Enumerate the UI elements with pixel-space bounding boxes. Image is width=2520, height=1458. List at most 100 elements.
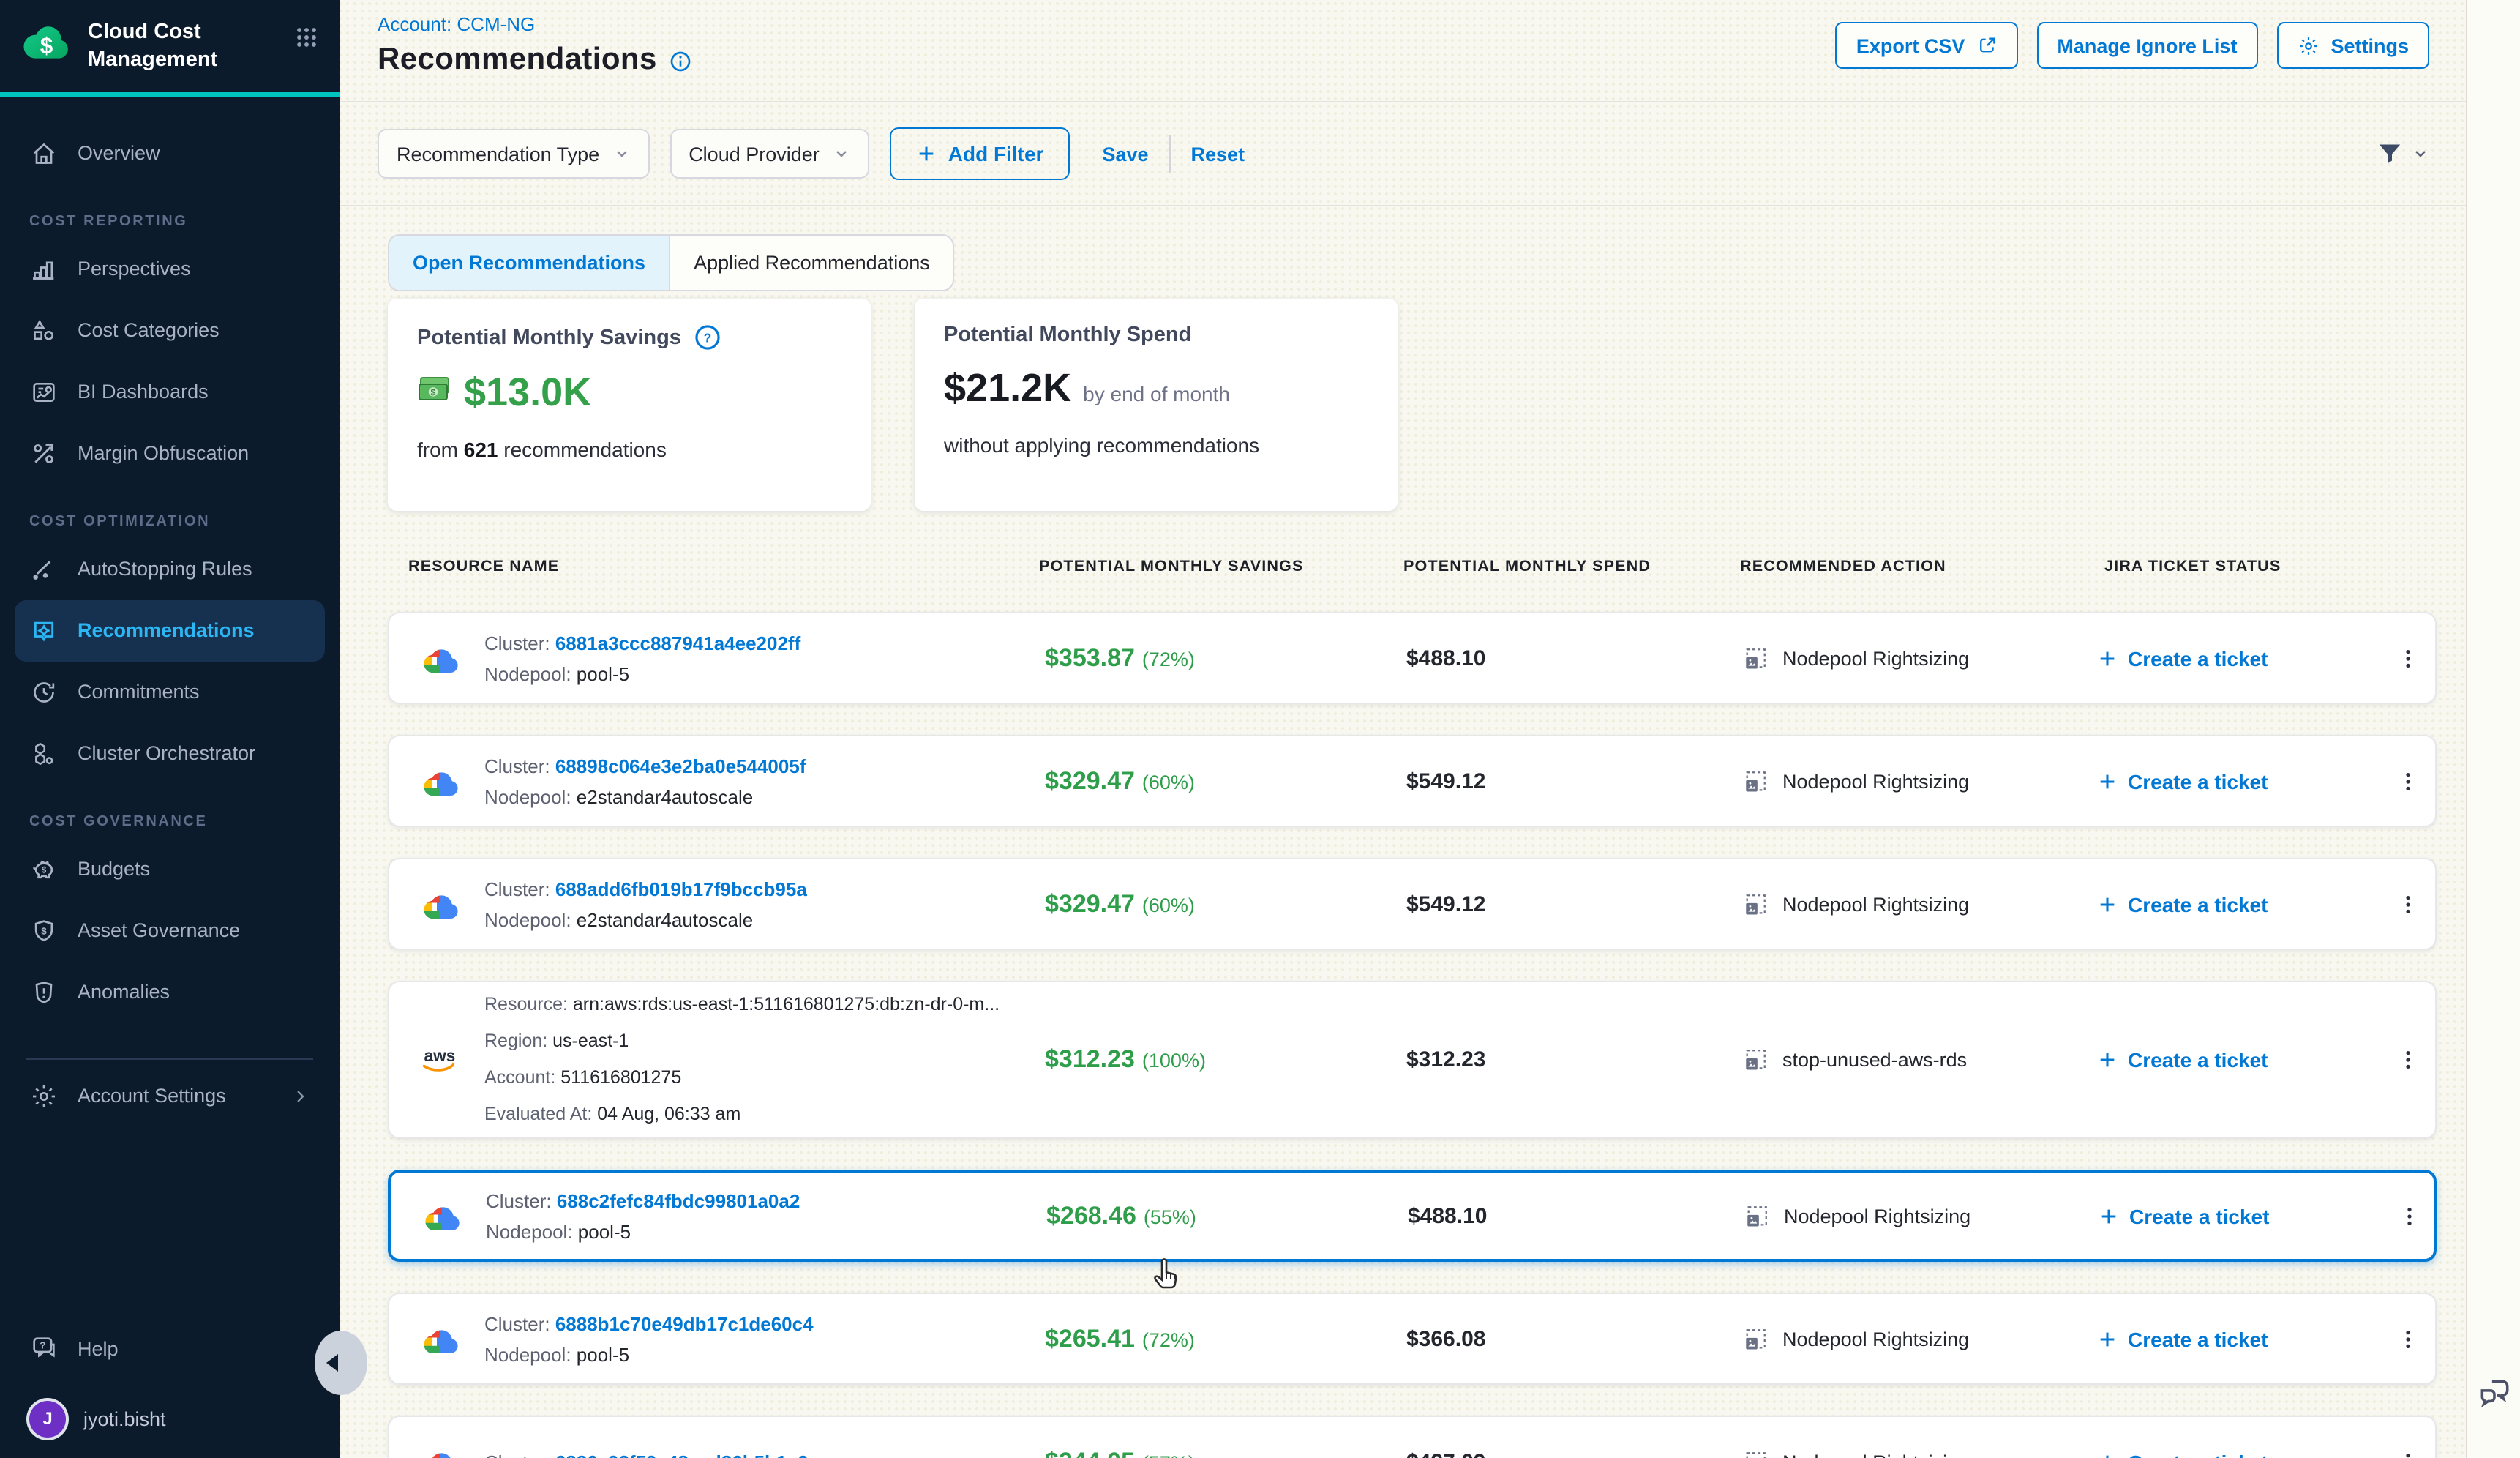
manage-ignore-list-button[interactable]: Manage Ignore List	[2036, 22, 2257, 69]
resource-line: Cluster: 6888b1c70e49db17c1de60c4	[484, 1308, 814, 1339]
page-header: Account: CCM-NG Recommendations Export C…	[340, 0, 2467, 102]
create-ticket-label: Create a ticket	[2128, 769, 2268, 793]
table-row[interactable]: Cluster: 68898c064e3e2ba0e544005fNodepoo…	[388, 735, 2437, 827]
support-chat-icon[interactable]	[2476, 1375, 2513, 1411]
potential-monthly-savings-cell: $353.87(72%)	[1045, 643, 1195, 673]
create-ticket-button[interactable]: Create a ticket	[2099, 1204, 2269, 1227]
sidebar-item-commitments[interactable]: Commitments	[15, 661, 325, 722]
sidebar-item-budgets[interactable]: $Budgets	[15, 838, 325, 900]
cloud-provider-dropdown[interactable]: Cloud Provider	[670, 129, 869, 179]
money-icon: $	[417, 373, 452, 405]
sidebar-item-account-settings[interactable]: Account Settings	[15, 1065, 325, 1126]
sidebar-item-cluster-orchestrator[interactable]: Cluster Orchestrator	[15, 722, 325, 784]
resource-link[interactable]: 6886e92f59a48cad86b5b1c6	[555, 1451, 809, 1458]
resource-details: Cluster: 68898c064e3e2ba0e544005fNodepoo…	[484, 750, 806, 812]
recommended-action-cell: Nodepool Rightsizing	[1743, 1326, 1969, 1351]
potential-monthly-savings-cell: $329.47(60%)	[1045, 889, 1195, 919]
sidebar-section-cost-reporting: COST REPORTING	[29, 213, 325, 229]
sidebar-header: $ Cloud Cost Management	[0, 0, 340, 96]
table-row[interactable]: Cluster: 6881a3ccc887941a4ee202ffNodepoo…	[388, 612, 2437, 704]
resource-details: Cluster: 688c2fefc84fbdc99801a0a2Nodepoo…	[486, 1185, 800, 1246]
resource-value: 511616801275	[560, 1067, 681, 1088]
create-ticket-button[interactable]: Create a ticket	[2097, 769, 2268, 793]
breadcrumb[interactable]: Account: CCM-NG	[378, 0, 692, 35]
resource-link[interactable]: 6881a3ccc887941a4ee202ff	[555, 632, 800, 654]
table-row[interactable]: Cluster: 688c2fefc84fbdc99801a0a2Nodepoo…	[388, 1170, 2437, 1262]
recommendations-tabs: Open Recommendations Applied Recommendat…	[388, 234, 955, 291]
kebab-menu-icon[interactable]	[2397, 770, 2419, 792]
resource-link[interactable]: 688c2fefc84fbdc99801a0a2	[557, 1189, 800, 1211]
kebab-menu-icon[interactable]	[2397, 1328, 2419, 1350]
manage-ignore-label: Manage Ignore List	[2057, 34, 2237, 56]
filter-panel-toggle[interactable]	[2375, 139, 2429, 168]
tab-open-recommendations[interactable]: Open Recommendations	[389, 236, 670, 290]
sidebar-item-label: Perspectives	[78, 258, 191, 280]
divider	[1169, 135, 1171, 173]
sidebar-item-cost-categories[interactable]: Cost Categories	[15, 299, 325, 361]
create-ticket-button[interactable]: Create a ticket	[2097, 1048, 2268, 1072]
export-csv-button[interactable]: Export CSV	[1836, 22, 2018, 69]
piggy-bank-icon: $	[29, 854, 59, 883]
settings-button[interactable]: Settings	[2276, 22, 2429, 69]
table-row[interactable]: awsResource: arn:aws:rds:us-east-1:51161…	[388, 981, 2437, 1139]
kebab-menu-icon[interactable]	[2399, 1205, 2420, 1227]
sidebar-nav: Overview COST REPORTING Perspectives Cost C…	[0, 96, 340, 1317]
create-ticket-button[interactable]: Create a ticket	[2097, 646, 2268, 670]
sidebar-item-recommendations[interactable]: Recommendations	[15, 599, 325, 661]
rightsizing-action-icon	[1744, 1203, 1769, 1228]
kebab-menu-icon[interactable]	[2397, 1049, 2419, 1071]
svg-text:$: $	[42, 865, 47, 875]
kebab-menu-icon[interactable]	[2397, 647, 2419, 669]
shield-dollar-icon: $	[29, 916, 59, 945]
table-header-row: RESOURCE NAME POTENTIAL MONTHLY SAVINGS …	[388, 558, 2429, 581]
resource-link[interactable]: 6888b1c70e49db17c1de60c4	[555, 1312, 814, 1334]
user-row[interactable]: J jyoti.bisht	[15, 1397, 325, 1440]
sidebar-item-label: Commitments	[78, 681, 200, 703]
recommendation-type-dropdown[interactable]: Recommendation Type	[378, 129, 649, 179]
percent-icon	[29, 438, 59, 468]
sidebar-item-asset-governance[interactable]: $Asset Governance	[15, 900, 325, 961]
create-ticket-button[interactable]: Create a ticket	[2097, 1450, 2268, 1458]
resource-link[interactable]: 688add6fb019b17f9bccb95a	[555, 878, 807, 900]
potential-monthly-savings-cell: $312.23(100%)	[1045, 1045, 1206, 1074]
funnel-icon	[2375, 139, 2404, 168]
help-chat-icon: ?	[29, 1334, 59, 1363]
sidebar-item-bi-dashboards[interactable]: BI Dashboards	[15, 361, 325, 422]
sidebar-item-overview[interactable]: Overview	[15, 122, 325, 184]
recommendation-type-label: Recommendation Type	[397, 143, 599, 165]
table-row[interactable]: Cluster: 688add6fb019b17f9bccb95aNodepoo…	[388, 858, 2437, 950]
sidebar-section-cost-optimization: COST OPTIMIZATION	[29, 513, 325, 529]
sidebar-item-margin-obfuscation[interactable]: Margin Obfuscation	[15, 422, 325, 484]
spend-qualifier: by end of month	[1083, 382, 1230, 405]
save-filter-link[interactable]: Save	[1102, 143, 1148, 165]
question-circle-icon[interactable]: ?	[694, 324, 722, 351]
sidebar-item-perspectives[interactable]: Perspectives	[15, 238, 325, 299]
column-recommended-action: RECOMMENDED ACTION	[1740, 558, 1946, 575]
add-filter-button[interactable]: Add Filter	[890, 127, 1070, 180]
kebab-menu-icon[interactable]	[2397, 893, 2419, 915]
resource-details: Cluster: 688add6fb019b17f9bccb95aNodepoo…	[484, 873, 807, 935]
kebab-menu-icon[interactable]	[2397, 1451, 2419, 1458]
plus-icon	[2097, 1050, 2118, 1070]
sidebar-item-autostopping-rules[interactable]: AutoStopping Rules	[15, 538, 325, 599]
create-ticket-button[interactable]: Create a ticket	[2097, 892, 2268, 916]
avatar[interactable]: J	[29, 1400, 66, 1437]
app-grid-icon[interactable]	[294, 25, 319, 50]
hexagons-icon	[29, 739, 59, 768]
resource-link[interactable]: 68898c064e3e2ba0e544005f	[555, 755, 806, 777]
resource-line-label: Nodepool:	[484, 785, 577, 807]
sidebar-collapse-handle[interactable]	[315, 1331, 367, 1395]
reset-filter-link[interactable]: Reset	[1191, 143, 1245, 165]
table-row[interactable]: Cluster: 6886e92f59a48cad86b5b1c6$244.05…	[388, 1416, 2437, 1458]
sidebar-item-help[interactable]: ? Help	[15, 1317, 325, 1379]
table-row[interactable]: Cluster: 6888b1c70e49db17c1de60c4 Nodepoo…	[388, 1293, 2437, 1385]
resource-line: Resource: arn:aws:rds:us-east-1:51161680…	[484, 987, 1000, 1023]
info-icon[interactable]	[669, 50, 692, 73]
tab-applied-recommendations[interactable]: Applied Recommendations	[670, 236, 953, 290]
chevron-down-icon	[612, 145, 630, 162]
recommended-action-label: Nodepool Rightsizing	[1782, 1451, 1969, 1458]
sidebar-item-anomalies[interactable]: Anomalies	[15, 961, 325, 1023]
savings-percent: (57%)	[1142, 1451, 1195, 1458]
create-ticket-button[interactable]: Create a ticket	[2097, 1327, 2268, 1350]
app-window: $ Cloud Cost Management Overview COST REP…	[0, 0, 2520, 1458]
